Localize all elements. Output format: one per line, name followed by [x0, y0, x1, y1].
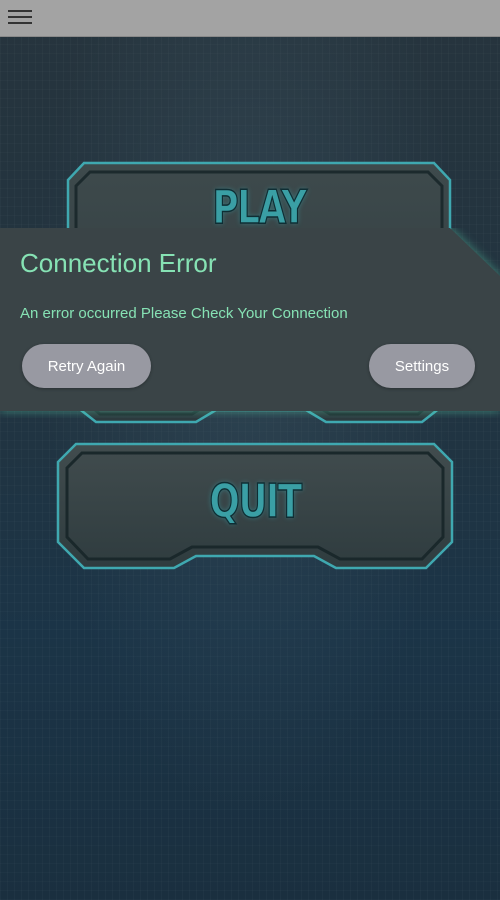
retry-again-button[interactable]: Retry Again [22, 344, 151, 388]
hamburger-menu-icon[interactable] [8, 10, 32, 26]
settings-button[interactable]: Settings [369, 344, 475, 388]
quit-label: QUIT [209, 473, 303, 529]
play-label: PLAY [212, 179, 308, 235]
quit-button[interactable]: QUIT [56, 442, 454, 572]
dialog-message: An error occurred Please Check Your Conn… [20, 305, 348, 322]
dialog-title: Connection Error [20, 248, 217, 278]
top-bar [0, 0, 500, 37]
